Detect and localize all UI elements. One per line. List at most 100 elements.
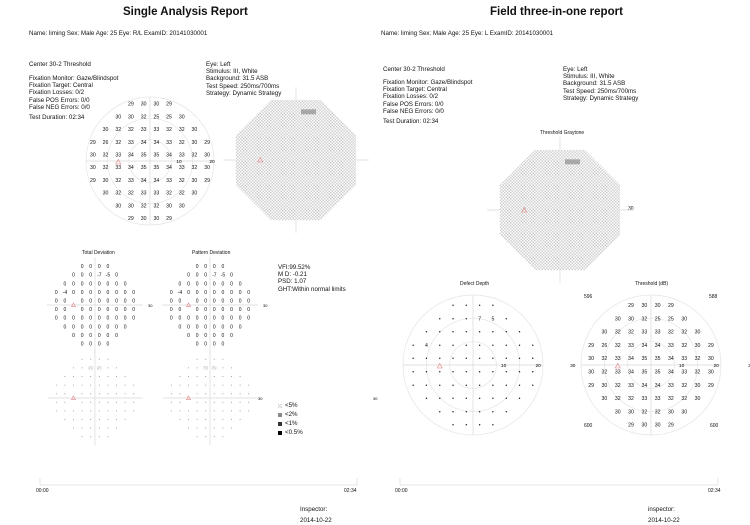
probability-dot <box>81 376 83 377</box>
deviation-value: 0 <box>247 298 250 304</box>
deviation-value: 0 <box>72 290 75 296</box>
axis-tick-label: 30 <box>373 396 378 401</box>
threshold-value: 30 <box>179 114 185 120</box>
threshold-value: 33 <box>615 369 621 375</box>
defect-depth-value: • <box>505 369 507 375</box>
threshold-value: 30 <box>103 127 109 133</box>
axis-tick-label: 30 <box>570 363 576 369</box>
defect-depth-value: • <box>412 343 414 349</box>
probability-dot <box>179 384 181 386</box>
defect-depth-value: • <box>452 303 454 309</box>
probability-dot <box>73 367 74 369</box>
defect-depth-value: • <box>505 343 507 349</box>
probability-dot <box>98 401 100 403</box>
deviation-value: 0 <box>124 307 127 313</box>
defect-depth-value: 7 <box>478 316 481 322</box>
deviation-value: 0 <box>124 316 127 322</box>
defect-depth-value: • <box>452 383 454 389</box>
defect-depth-value: • <box>532 369 534 375</box>
threshold-value: 32 <box>641 409 647 415</box>
threshold-value: 29 <box>204 140 210 146</box>
probability-dot <box>231 384 232 386</box>
defect-depth-value: • <box>505 356 507 362</box>
deviation-value: 0 <box>115 290 118 296</box>
threshold-value: 30 <box>115 203 121 209</box>
deviation-value: 0 <box>124 290 127 296</box>
probability-dot <box>116 401 117 403</box>
deviation-value: 0 <box>213 298 216 304</box>
threshold-value: 30 <box>668 409 674 415</box>
threshold-value: 30 <box>204 152 210 158</box>
threshold-value: 30 <box>641 303 647 309</box>
probability-dot <box>170 384 172 386</box>
axis-tick-label: 20 <box>713 363 719 369</box>
threshold-value: 32 <box>681 343 687 349</box>
probability-dot <box>124 384 126 386</box>
probability-dot <box>98 393 100 395</box>
defect-depth-value: • <box>492 369 494 375</box>
defect-depth-value: • <box>519 343 521 349</box>
threshold-value: 29 <box>204 178 210 184</box>
probability-symbol-5pct <box>212 366 217 370</box>
deviation-value: 0 <box>81 341 84 347</box>
probability-dot <box>248 384 250 386</box>
probability-dot <box>107 393 109 395</box>
deviation-value: 0 <box>55 307 58 313</box>
threshold-value: 30 <box>615 409 621 415</box>
threshold-value: 29 <box>628 423 634 429</box>
probability-dot <box>81 384 83 386</box>
deviation-value: 0 <box>179 298 182 304</box>
probability-dot <box>55 393 57 395</box>
probability-dot <box>239 384 241 386</box>
deviation-value: 0 <box>98 298 101 304</box>
deviation-value: 0 <box>222 341 225 347</box>
defect-depth-value: • <box>465 316 467 322</box>
deviation-value: 0 <box>204 290 207 296</box>
threshold-value: 30 <box>588 369 594 375</box>
threshold-value: 29 <box>90 140 96 146</box>
threshold-value: 34 <box>128 165 134 171</box>
deviation-value: 0 <box>222 333 225 339</box>
defect-depth-value: • <box>439 396 441 402</box>
threshold-value: 32 <box>681 396 687 402</box>
deviation-value: 0 <box>239 281 242 287</box>
graytone-dark-patch <box>301 109 316 115</box>
deviation-value: 0 <box>204 324 207 330</box>
defect-depth-value: • <box>532 383 534 389</box>
deviation-value: 0 <box>124 298 127 304</box>
defect-depth-value: • <box>465 369 467 375</box>
probability-dot <box>73 384 74 386</box>
defect-depth-value: • <box>532 356 534 362</box>
threshold-value: 33 <box>128 178 134 184</box>
deviation-value: 0 <box>81 264 84 270</box>
threshold-value: 32 <box>641 316 647 322</box>
deviation-value: 0 <box>55 298 58 304</box>
probability-dot <box>196 376 198 377</box>
deviation-value: -4 <box>178 290 183 296</box>
deviation-value: 0 <box>179 324 182 330</box>
probability-dot <box>231 401 232 403</box>
threshold-value: 26 <box>602 343 608 349</box>
defect-depth-value: • <box>532 343 534 349</box>
threshold-value: 33 <box>179 152 185 158</box>
threshold-value: 29 <box>668 303 674 309</box>
probability-dot <box>55 410 57 412</box>
threshold-value: 32 <box>681 330 687 336</box>
probability-dot <box>107 427 109 429</box>
deviation-value: 0 <box>213 324 216 330</box>
legend-symbol-1pct <box>278 422 282 426</box>
probability-dot <box>81 410 83 412</box>
axis-tick-label: 10 <box>176 159 182 165</box>
defect-depth-value: • <box>492 356 494 362</box>
threshold-value: 33 <box>128 140 134 146</box>
defect-depth-value: • <box>465 343 467 349</box>
threshold-value: 30 <box>641 423 647 429</box>
defect-depth-value: • <box>519 369 521 375</box>
deviation-value: 0 <box>89 273 92 279</box>
threshold-value: 30 <box>695 396 701 402</box>
threshold-value: 30 <box>192 178 198 184</box>
probability-dot <box>179 393 181 395</box>
deviation-value: 0 <box>239 324 242 330</box>
threshold-value: 35 <box>153 165 159 171</box>
threshold-value: 32 <box>602 369 608 375</box>
